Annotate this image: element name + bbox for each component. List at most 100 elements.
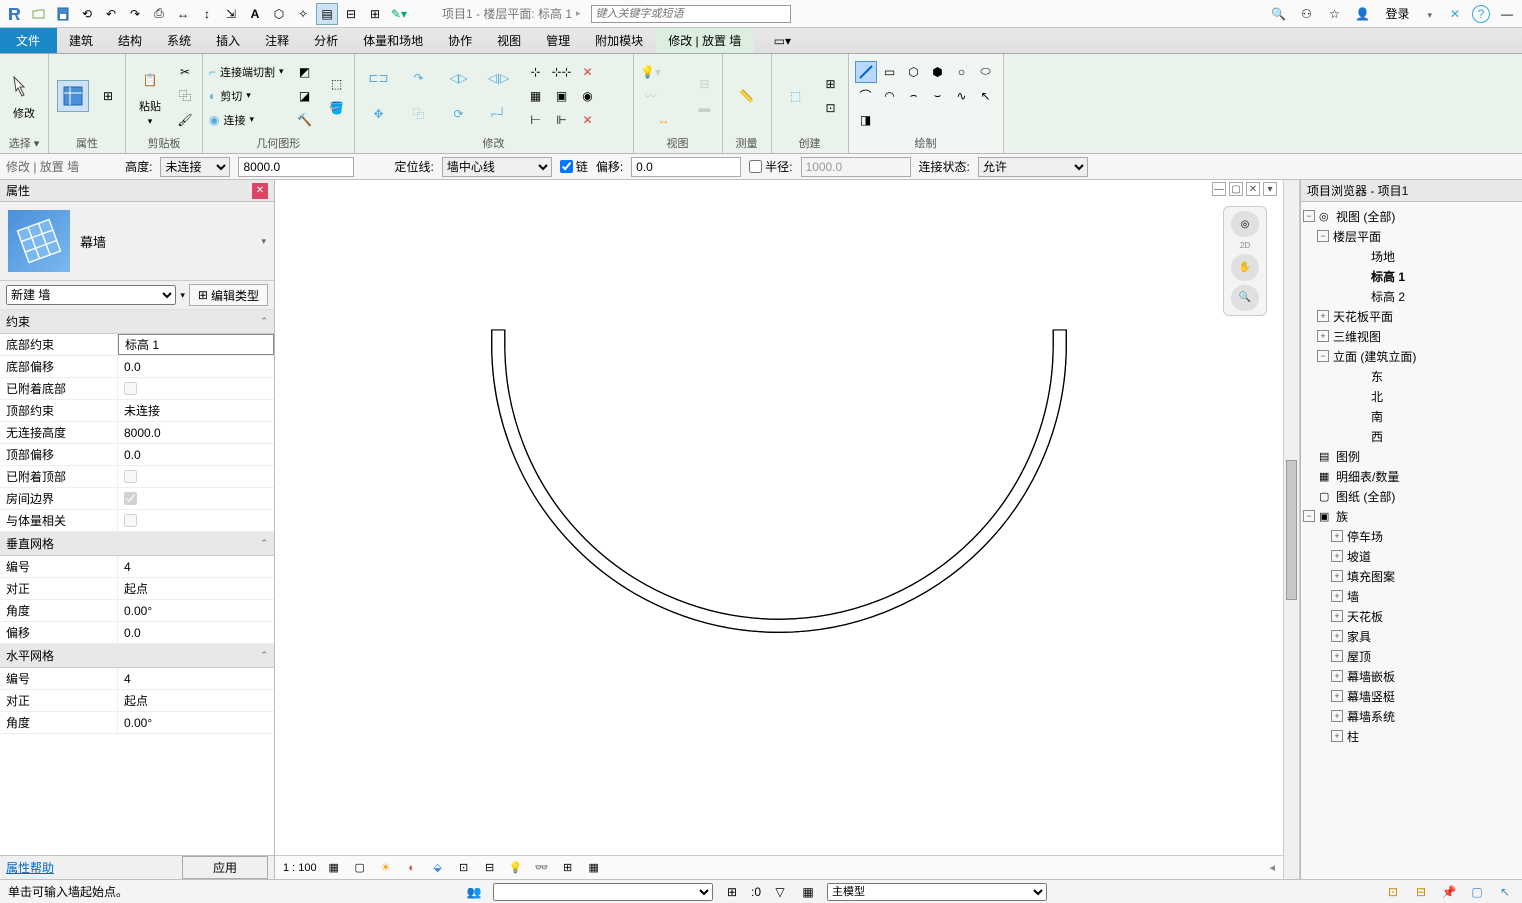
steering-wheel-icon[interactable]: ◎ xyxy=(1231,211,1259,237)
detail-level-icon[interactable]: ▦ xyxy=(325,859,343,877)
hide-icon[interactable]: ⊟ xyxy=(694,73,716,95)
tree-fam-cw-mullion[interactable]: +幕墙竖梃 xyxy=(1303,686,1520,706)
trim-extend-icon[interactable]: ⌐┘ xyxy=(481,99,517,129)
tree-fam-furniture[interactable]: +家具 xyxy=(1303,626,1520,646)
apply-button[interactable]: 应用 xyxy=(182,856,268,879)
redo-icon[interactable]: ↷ xyxy=(124,3,146,25)
tree-fam-roof[interactable]: +屋顶 xyxy=(1303,646,1520,666)
thin-lines-icon[interactable]: ▤ xyxy=(316,3,338,25)
crop-region-icon[interactable]: ⊟ xyxy=(481,859,499,877)
editable-only-icon[interactable]: ▦ xyxy=(799,883,817,901)
tab-systems[interactable]: 系统 xyxy=(155,28,204,53)
tree-schedules[interactable]: ▦明细表/数量 xyxy=(1303,466,1520,486)
locline-select[interactable]: 墙中心线 xyxy=(442,157,552,177)
tab-architecture[interactable]: 建筑 xyxy=(57,28,106,53)
lightbulb-icon[interactable]: 💡▾ xyxy=(640,61,662,83)
exchange-icon[interactable]: ✕ xyxy=(1444,3,1466,25)
tree-site[interactable]: 场地 xyxy=(1303,246,1520,266)
draw-spline-icon[interactable]: ∿ xyxy=(951,85,973,107)
delete-icon[interactable]: ✕ xyxy=(577,109,599,131)
switch-windows-icon[interactable]: ⊞ xyxy=(364,3,386,25)
sun-path-icon[interactable]: ☀ xyxy=(377,859,395,877)
tree-families[interactable]: −▣族 xyxy=(1303,506,1520,526)
lock-3d-icon[interactable]: 💡 xyxy=(507,859,525,877)
measure-line-icon[interactable]: ↔ xyxy=(640,109,688,131)
chain-checkbox[interactable]: 链 xyxy=(560,158,588,175)
tree-level-1[interactable]: 标高 1 xyxy=(1303,266,1520,286)
tree-fam-wall[interactable]: +墙 xyxy=(1303,586,1520,606)
draw-polygon-icon[interactable]: ⬡ xyxy=(903,61,925,83)
split-face-icon[interactable]: ◪ xyxy=(294,85,316,107)
workset-select[interactable] xyxy=(493,883,713,901)
zoom-icon[interactable]: 🔍 xyxy=(1231,285,1259,311)
3d-view-icon[interactable]: ⬡ xyxy=(268,3,290,25)
rendering-icon[interactable]: ⬙ xyxy=(429,859,447,877)
tab-collaborate[interactable]: 协作 xyxy=(436,28,485,53)
tab-annotate[interactable]: 注释 xyxy=(253,28,302,53)
vgrid-angle-value[interactable]: 0.00° xyxy=(118,600,274,621)
navigation-bar[interactable]: ◎ 2D ✋ 🔍 xyxy=(1223,206,1267,316)
override-icon[interactable]: ▬ xyxy=(694,97,716,119)
mass-related-value[interactable] xyxy=(118,510,274,531)
create-group-icon[interactable]: ⊞ xyxy=(820,73,842,95)
tree-elevations[interactable]: −立面 (建筑立面) xyxy=(1303,346,1520,366)
align-icon[interactable]: ⊏⊐ xyxy=(361,63,397,93)
base-offset-value[interactable]: 0.0 xyxy=(118,356,274,377)
sb-drag-icon[interactable]: ↖ xyxy=(1496,883,1514,901)
coping-button[interactable]: ⌐连接端切割▾ xyxy=(209,61,284,83)
reveal-hidden-icon[interactable]: ⊞ xyxy=(559,859,577,877)
tree-fam-parking[interactable]: +停车场 xyxy=(1303,526,1520,546)
base-attached-value[interactable] xyxy=(118,378,274,399)
visual-style-icon[interactable]: ▢ xyxy=(351,859,369,877)
text-icon[interactable]: A xyxy=(244,3,266,25)
new-instance-select[interactable]: 新建 墙 xyxy=(6,285,176,305)
split-gap-icon[interactable]: ⊹⊹ xyxy=(551,61,573,83)
search-input[interactable] xyxy=(591,5,791,23)
tree-legends[interactable]: ▤图例 xyxy=(1303,446,1520,466)
type-thumbnail[interactable] xyxy=(8,210,70,272)
type-properties-icon[interactable]: ⊞ xyxy=(97,85,119,107)
view-close-icon[interactable]: ✕ xyxy=(1246,182,1260,196)
base-constraint-value[interactable]: 标高 1 xyxy=(118,334,274,355)
tree-views[interactable]: −◎视图 (全部) xyxy=(1303,206,1520,226)
draw-inscribed-icon[interactable]: ⬢ xyxy=(927,61,949,83)
hgrid-number-value[interactable]: 4 xyxy=(118,668,274,689)
tab-insert[interactable]: 插入 xyxy=(204,28,253,53)
tab-massing[interactable]: 体量和场地 xyxy=(351,28,436,53)
tag-icon[interactable]: ⇲ xyxy=(220,3,242,25)
view-maximize-icon[interactable]: ▢ xyxy=(1229,182,1243,196)
properties-palette-button[interactable] xyxy=(55,78,91,114)
drawing-canvas[interactable]: ◎ 2D ✋ 🔍 xyxy=(275,198,1283,855)
tree-south[interactable]: 南 xyxy=(1303,406,1520,426)
cut-geometry-button[interactable]: ◐剪切▾ xyxy=(209,85,284,107)
draw-circle-icon[interactable]: ○ xyxy=(951,61,973,83)
save-icon[interactable] xyxy=(52,3,74,25)
main-model-select[interactable]: 主模型 xyxy=(827,883,1047,901)
sync-icon[interactable]: ⟲ xyxy=(76,3,98,25)
top-attached-value[interactable] xyxy=(118,466,274,487)
user-icon[interactable]: 👤 xyxy=(1351,3,1373,25)
array-icon[interactable]: ▦ xyxy=(525,85,547,107)
copy-icon[interactable]: ⿻ xyxy=(401,99,437,129)
favorites-icon[interactable]: ☆ xyxy=(1323,3,1345,25)
draw-line-icon[interactable] xyxy=(855,61,877,83)
view-minimize-icon[interactable]: — xyxy=(1212,182,1226,196)
radius-checkbox[interactable]: 半径: xyxy=(749,158,792,175)
trim-single-icon[interactable]: ⊢ xyxy=(525,109,547,131)
app-logo-icon[interactable] xyxy=(4,3,26,25)
group-vertical-grid[interactable]: 垂直网格⌃ xyxy=(0,532,274,556)
group-constraints[interactable]: 约束⌃ xyxy=(0,310,274,334)
tree-west[interactable]: 西 xyxy=(1303,426,1520,446)
communicate-icon[interactable]: ⚇ xyxy=(1295,3,1317,25)
draw-rect-icon[interactable]: ▭ xyxy=(879,61,901,83)
trim-multi-icon[interactable]: ⊩ xyxy=(551,109,573,131)
hgrid-justification-value[interactable]: 起点 xyxy=(118,690,274,711)
workset-icon[interactable]: 👥 xyxy=(465,883,483,901)
edit-type-button[interactable]: ⊞编辑类型 xyxy=(189,284,268,306)
design-options-icon[interactable]: ⊞ xyxy=(723,883,741,901)
tab-addins[interactable]: 附加模块 xyxy=(583,28,656,53)
open-icon[interactable] xyxy=(28,3,50,25)
print-icon[interactable]: ⎙ xyxy=(148,3,170,25)
draw-arc-tangent-icon[interactable]: ⌢ xyxy=(903,85,925,107)
help-icon[interactable]: ? xyxy=(1472,5,1490,23)
